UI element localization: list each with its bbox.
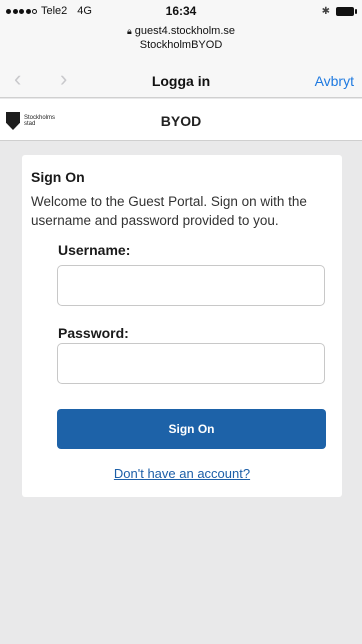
welcome-text: Welcome to the Guest Portal. Sign on wit… xyxy=(31,194,307,228)
sign-on-card: Sign On Welcome to the Guest Portal. Sig… xyxy=(22,155,342,497)
site-title: BYOD xyxy=(160,113,202,129)
battery-icon xyxy=(336,7,357,16)
url-host-line: 🔒︎ guest4.stockholm.se xyxy=(0,25,362,37)
lock-icon: 🔒︎ xyxy=(126,26,132,36)
status-right: ✱ xyxy=(321,6,357,17)
register-link-text[interactable]: Don't have an account? xyxy=(114,466,250,481)
username-field[interactable] xyxy=(57,265,325,306)
page-title: StockholmBYOD xyxy=(139,39,223,51)
sign-on-button[interactable]: Sign On xyxy=(57,409,326,449)
status-bar: Tele2 4G 16:34 ✱ xyxy=(0,0,362,22)
url-host: guest4.stockholm.se xyxy=(134,25,236,37)
username-label: Username: xyxy=(58,242,131,258)
captive-portal-navbar: ‹ › Logga in Avbryt xyxy=(0,62,362,98)
sign-on-heading: Sign On xyxy=(31,169,85,185)
password-field[interactable] xyxy=(57,343,325,384)
site-header: Stockholms stad BYOD xyxy=(0,99,362,141)
nav-title: Logga in xyxy=(151,73,211,89)
cancel-button[interactable]: Avbryt xyxy=(315,73,354,89)
status-time: 16:34 xyxy=(165,4,197,18)
bluetooth-icon: ✱ xyxy=(321,6,330,17)
register-link: Don't have an account? xyxy=(22,466,342,481)
password-label: Password: xyxy=(58,325,129,341)
url-bar[interactable]: 🔒︎ guest4.stockholm.se StockholmBYOD xyxy=(0,22,362,62)
